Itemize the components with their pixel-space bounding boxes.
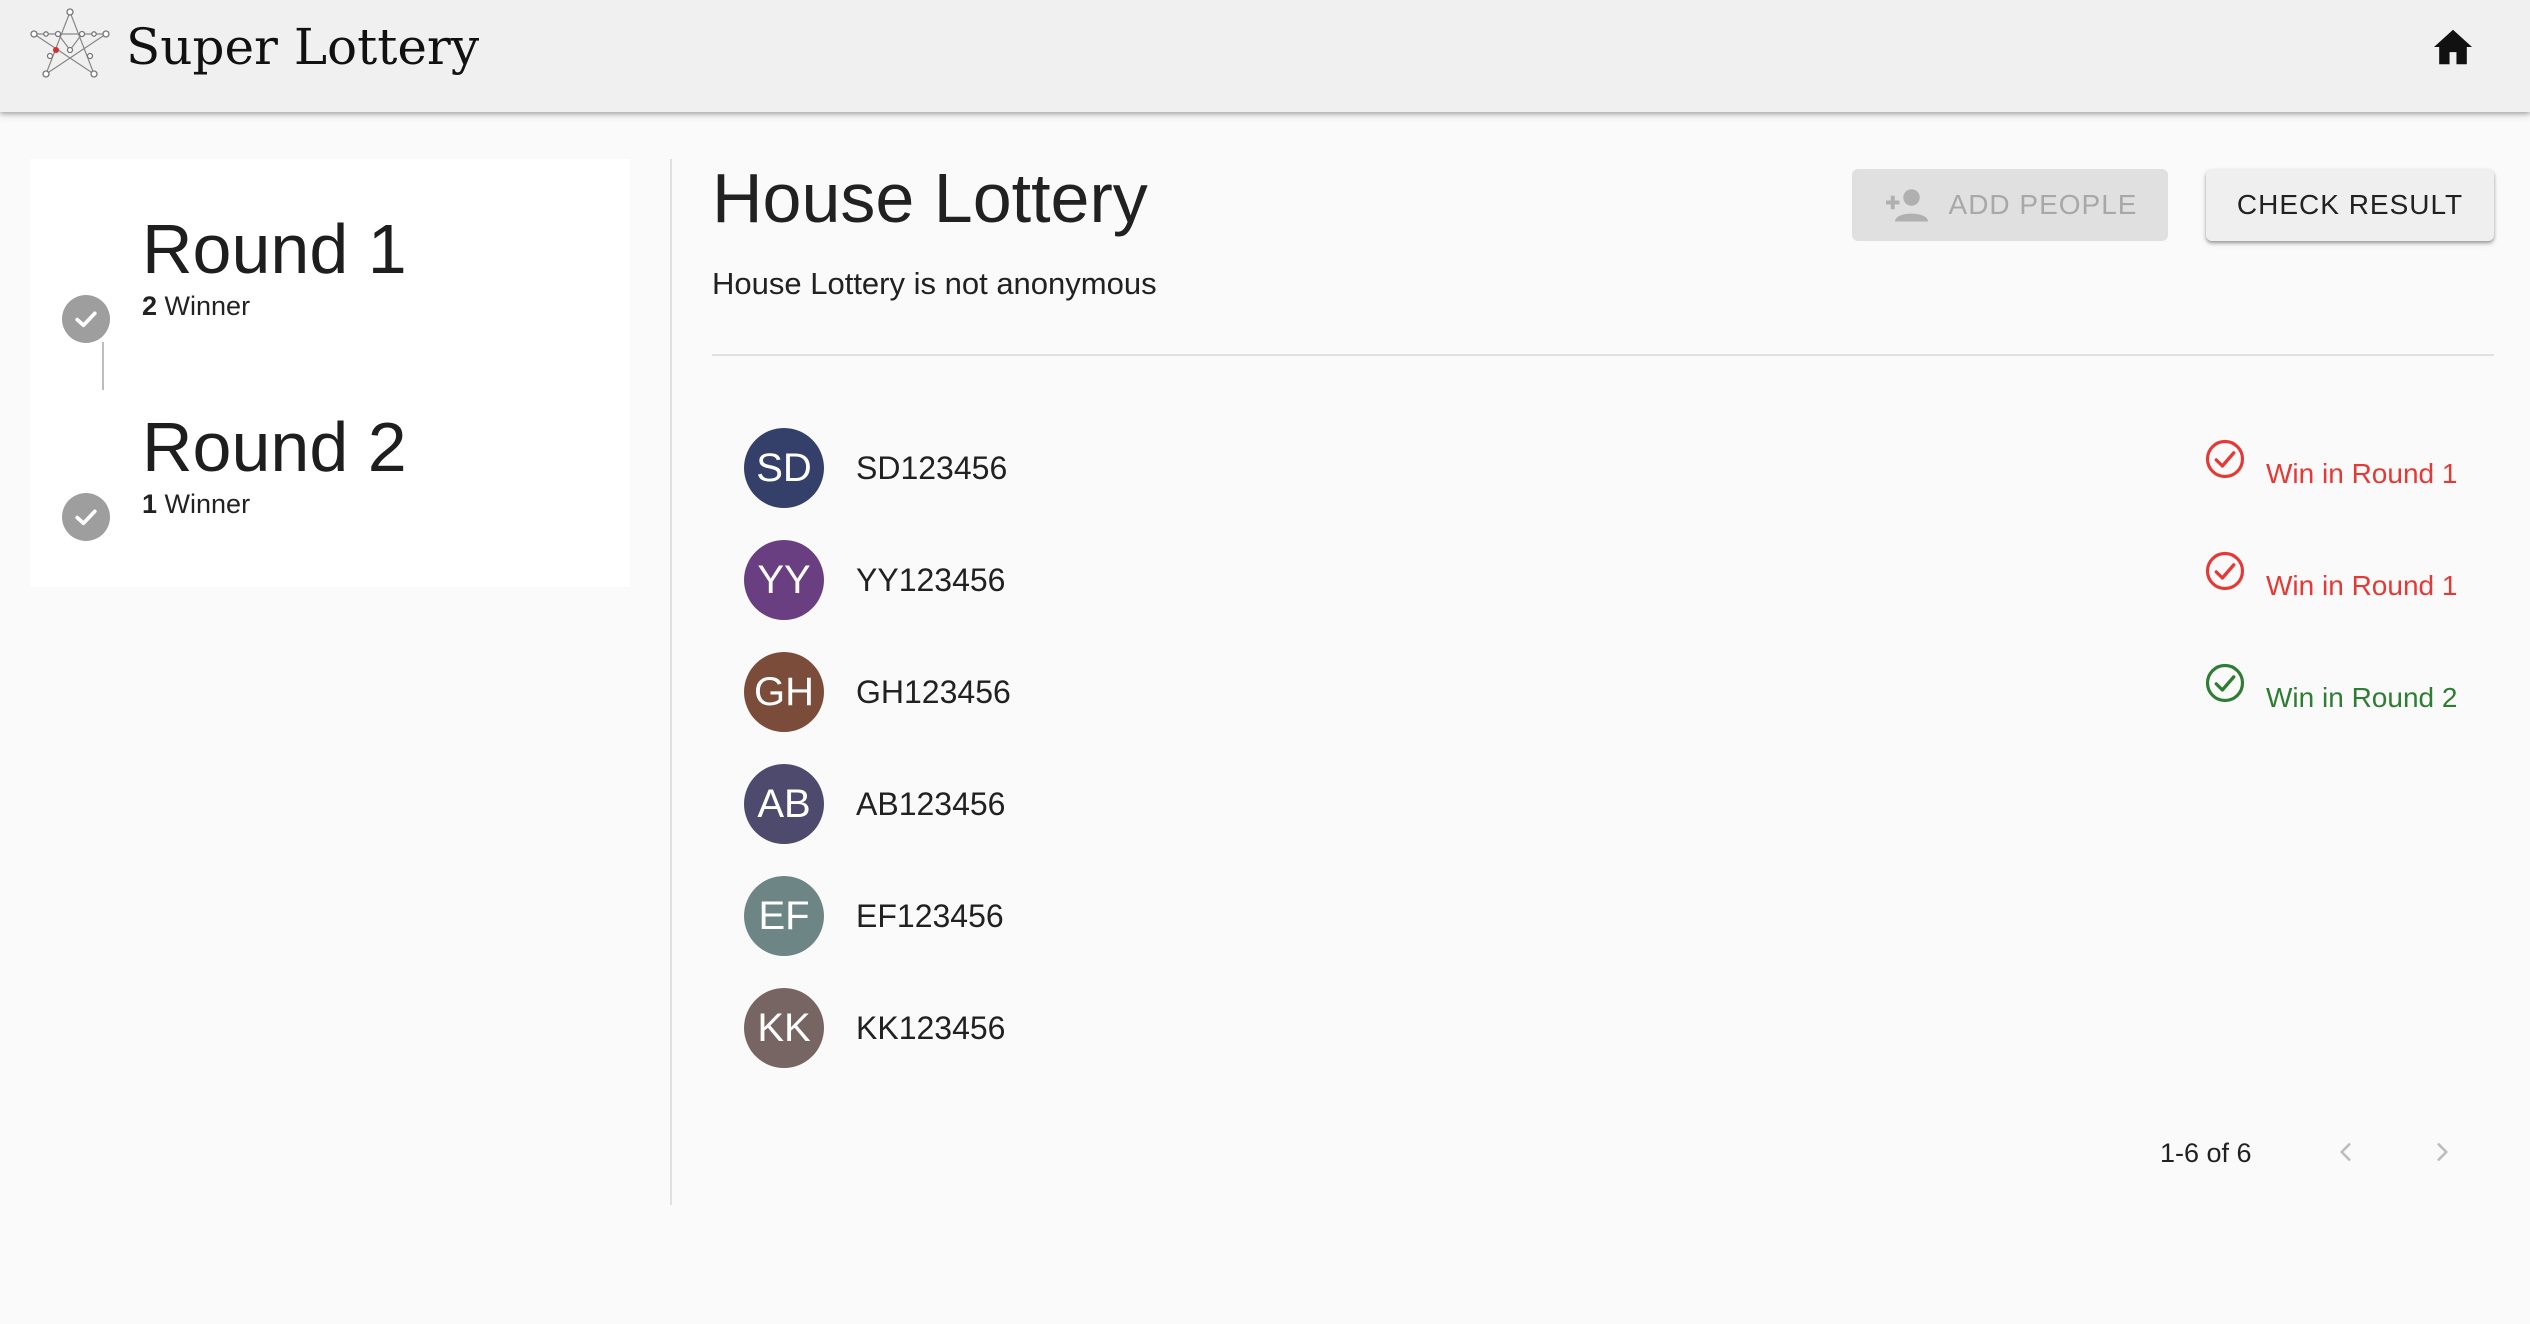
win-status: Win in Round 2 bbox=[2204, 662, 2484, 722]
avatar: EF bbox=[744, 876, 824, 956]
round-winner-number: 2 bbox=[142, 291, 158, 321]
round-winner-label: Winner bbox=[164, 291, 251, 321]
avatar: KK bbox=[744, 988, 824, 1068]
check-circle-outline-icon bbox=[2205, 551, 2245, 591]
avatar: YY bbox=[744, 540, 824, 620]
person-row[interactable]: YY YY123456 Win in Round 1 bbox=[712, 524, 2494, 636]
win-status-label: Win in Round 2 bbox=[2266, 682, 2458, 713]
win-status: Win in Round 1 bbox=[2204, 550, 2484, 610]
step-connector bbox=[102, 342, 104, 390]
win-status: Win in Round 1 bbox=[2204, 438, 2484, 498]
check-circle-icon bbox=[62, 493, 110, 541]
person-add-icon bbox=[1885, 189, 1928, 222]
app-bar: Super Lottery bbox=[0, 0, 2530, 112]
chevron-left-icon bbox=[2340, 1143, 2351, 1161]
check-circle-icon bbox=[62, 295, 110, 343]
win-status-label: Win in Round 1 bbox=[2266, 570, 2458, 601]
person-id: KK123456 bbox=[856, 1010, 1006, 1046]
rounds-stepper: Round 1 2 Winner Round 2 1 Winner bbox=[30, 159, 630, 587]
round-step-2[interactable]: Round 2 1 Winner bbox=[30, 407, 550, 541]
avatar: GH bbox=[744, 652, 824, 732]
next-page-button[interactable] bbox=[2418, 1128, 2466, 1176]
round-winner-number: 1 bbox=[142, 489, 158, 519]
person-id: EF123456 bbox=[856, 898, 1004, 934]
round-title: Round 2 bbox=[142, 408, 407, 486]
person-id: GH123456 bbox=[856, 674, 1011, 710]
home-icon bbox=[2434, 29, 2472, 65]
home-button[interactable] bbox=[2424, 22, 2482, 72]
previous-page-button[interactable] bbox=[2322, 1128, 2370, 1176]
round-winner-count: 2 Winner bbox=[142, 291, 250, 322]
round-winner-label: Winner bbox=[164, 489, 251, 519]
lottery-star-network-icon bbox=[30, 8, 110, 78]
person-row[interactable]: KK KK123456 bbox=[712, 972, 2494, 1084]
check-circle-outline-icon bbox=[2205, 663, 2245, 703]
person-row[interactable]: SD SD123456 Win in Round 1 bbox=[712, 412, 2494, 524]
person-row[interactable]: EF EF123456 bbox=[712, 860, 2494, 972]
page-title: House Lottery bbox=[712, 159, 1148, 237]
person-id: YY123456 bbox=[856, 562, 1006, 598]
round-winner-count: 1 Winner bbox=[142, 489, 250, 520]
vertical-divider bbox=[670, 159, 672, 1205]
avatar: SD bbox=[744, 428, 824, 508]
page-subtitle: House Lottery is not anonymous bbox=[712, 266, 1157, 301]
round-title: Round 1 bbox=[142, 210, 407, 288]
add-people-button[interactable]: ADD PEOPLE bbox=[1852, 169, 2168, 241]
horizontal-divider bbox=[712, 354, 2494, 356]
add-people-label: ADD PEOPLE bbox=[1948, 189, 2138, 220]
app-title: Super Lottery bbox=[126, 18, 480, 76]
person-row[interactable]: GH GH123456 Win in Round 2 bbox=[712, 636, 2494, 748]
person-id: SD123456 bbox=[856, 450, 1008, 486]
person-id: AB123456 bbox=[856, 786, 1006, 822]
chevron-right-icon bbox=[2437, 1143, 2448, 1161]
person-row[interactable]: AB AB123456 bbox=[712, 748, 2494, 860]
round-step-1[interactable]: Round 1 2 Winner bbox=[30, 209, 550, 343]
avatar: AB bbox=[744, 764, 824, 844]
check-circle-outline-icon bbox=[2205, 439, 2245, 479]
pagination-range: 1-6 of 6 bbox=[2160, 1138, 2252, 1168]
win-status-label: Win in Round 1 bbox=[2266, 458, 2458, 489]
check-result-button[interactable]: CHECK RESULT bbox=[2206, 169, 2494, 241]
